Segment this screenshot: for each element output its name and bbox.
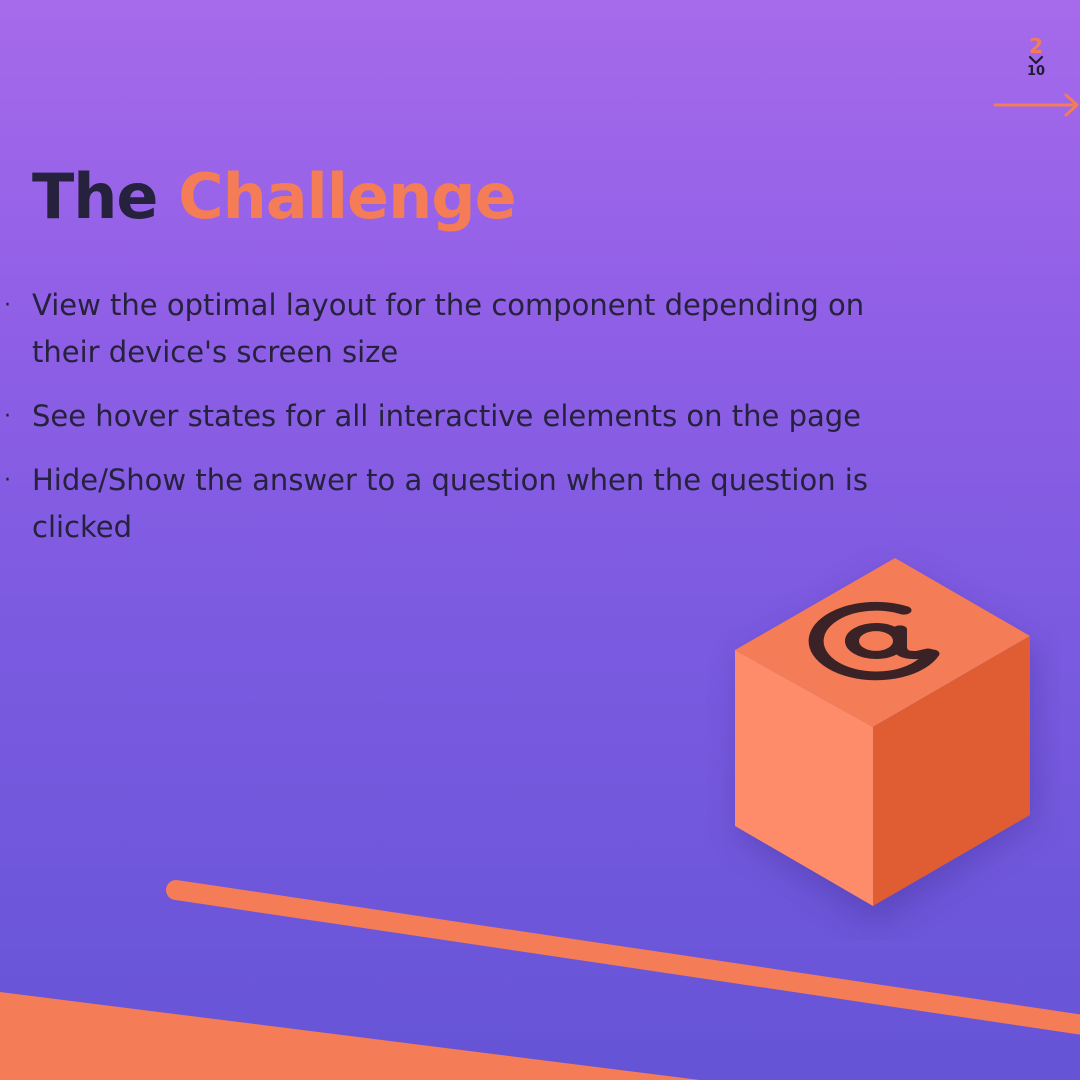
title-part-challenge: Challenge xyxy=(178,160,517,233)
page-total-number: 10 xyxy=(1026,64,1046,79)
list-item: · See hover states for all interactive e… xyxy=(0,393,900,440)
list-item: · View the optimal layout for the compon… xyxy=(0,282,900,376)
cube-illustration xyxy=(735,558,1035,925)
slide: 2 10 The Challenge · View the optimal la… xyxy=(0,0,1080,1080)
title-part-the: The xyxy=(32,160,158,233)
page-current-number: 2 xyxy=(1029,34,1043,58)
list-item-text: View the optimal layout for the componen… xyxy=(32,288,865,369)
arrow-right-icon[interactable] xyxy=(992,92,1080,118)
bullet-dot: · xyxy=(4,293,11,318)
list-item-text: Hide/Show the answer to a question when … xyxy=(32,463,868,544)
list-item: · Hide/Show the answer to a question whe… xyxy=(0,457,900,551)
list-item-text: See hover states for all interactive ele… xyxy=(32,399,861,433)
bullet-dot: · xyxy=(4,404,11,429)
bullet-dot: · xyxy=(4,468,11,493)
challenge-list: · View the optimal layout for the compon… xyxy=(0,282,900,568)
page-indicator: 2 10 xyxy=(1016,36,1056,78)
bottom-corner-band xyxy=(0,992,700,1080)
page-title: The Challenge xyxy=(32,160,517,233)
